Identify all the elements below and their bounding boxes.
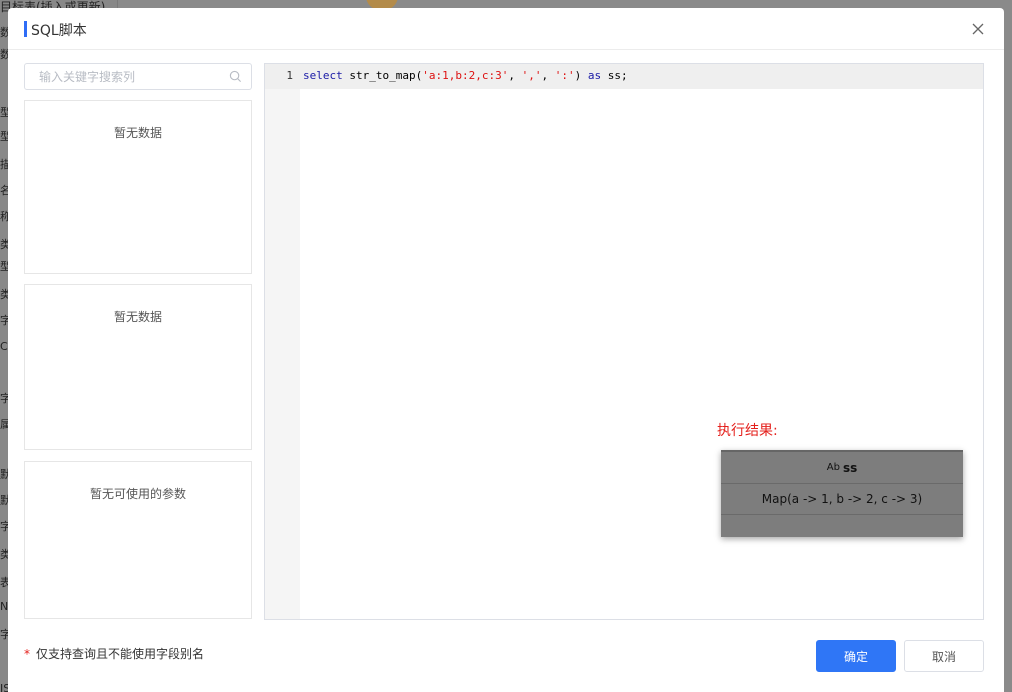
string-type-icon: Ab: [826, 462, 840, 473]
code-token: 'a:1,b:2,c:3': [422, 69, 509, 82]
sql-script-dialog: SQL脚本 暂无数据 暂无数据 暂无可使用的参数 1 select str_to…: [8, 8, 1004, 692]
close-button[interactable]: [968, 19, 988, 39]
close-icon: [972, 23, 984, 35]
result-column-name: ss: [842, 460, 858, 475]
code-token: ,: [541, 69, 555, 82]
cancel-button[interactable]: 取消: [904, 640, 984, 672]
result-table: Ab ss Map(a -> 1, b -> 2, c -> 3): [721, 450, 963, 537]
footer-note: * 仅支持查询且不能使用字段别名: [24, 645, 204, 662]
dialog-title: SQL脚本: [31, 23, 87, 39]
code-token: ,: [508, 69, 522, 82]
search-icon[interactable]: [229, 70, 242, 83]
code-token: str_to_map(: [342, 69, 423, 82]
column-search-input[interactable]: [25, 64, 215, 89]
code-token: select: [303, 69, 343, 82]
columns-panel: 暂无数据: [24, 100, 252, 274]
code-token: ',': [521, 69, 542, 82]
footer-note-text: 仅支持查询且不能使用字段别名: [36, 647, 205, 661]
dialog-header: SQL脚本: [8, 8, 1004, 50]
params-panel: 暂无可使用的参数: [24, 461, 252, 619]
columns-empty-text: 暂无数据: [113, 126, 162, 140]
column-search-box: [24, 63, 252, 90]
code-token: ':': [554, 69, 575, 82]
sql-editor[interactable]: 1 select str_to_map('a:1,b:2,c:3', ',', …: [264, 63, 984, 620]
editor-gutter: [265, 64, 300, 619]
code-token: ss;: [601, 69, 628, 82]
line-number: 1: [286, 69, 293, 82]
functions-panel: 暂无数据: [24, 284, 252, 450]
required-mark: *: [24, 647, 30, 661]
params-empty-text: 暂无可使用的参数: [89, 487, 186, 501]
background-glyph: C: [0, 340, 8, 353]
code-token: ): [574, 69, 588, 82]
code-line[interactable]: select str_to_map('a:1,b:2,c:3', ',', ':…: [303, 69, 628, 82]
result-empty-row: [721, 515, 963, 537]
result-row: Map(a -> 1, b -> 2, c -> 3): [721, 484, 963, 515]
functions-empty-text: 暂无数据: [113, 310, 162, 324]
code-token: as: [587, 69, 602, 82]
background-glyph: N: [0, 600, 9, 613]
title-accent-bar: [24, 21, 27, 37]
result-header: Ab ss: [721, 452, 963, 484]
result-label: 执行结果:: [717, 423, 778, 439]
confirm-button[interactable]: 确定: [816, 640, 896, 672]
